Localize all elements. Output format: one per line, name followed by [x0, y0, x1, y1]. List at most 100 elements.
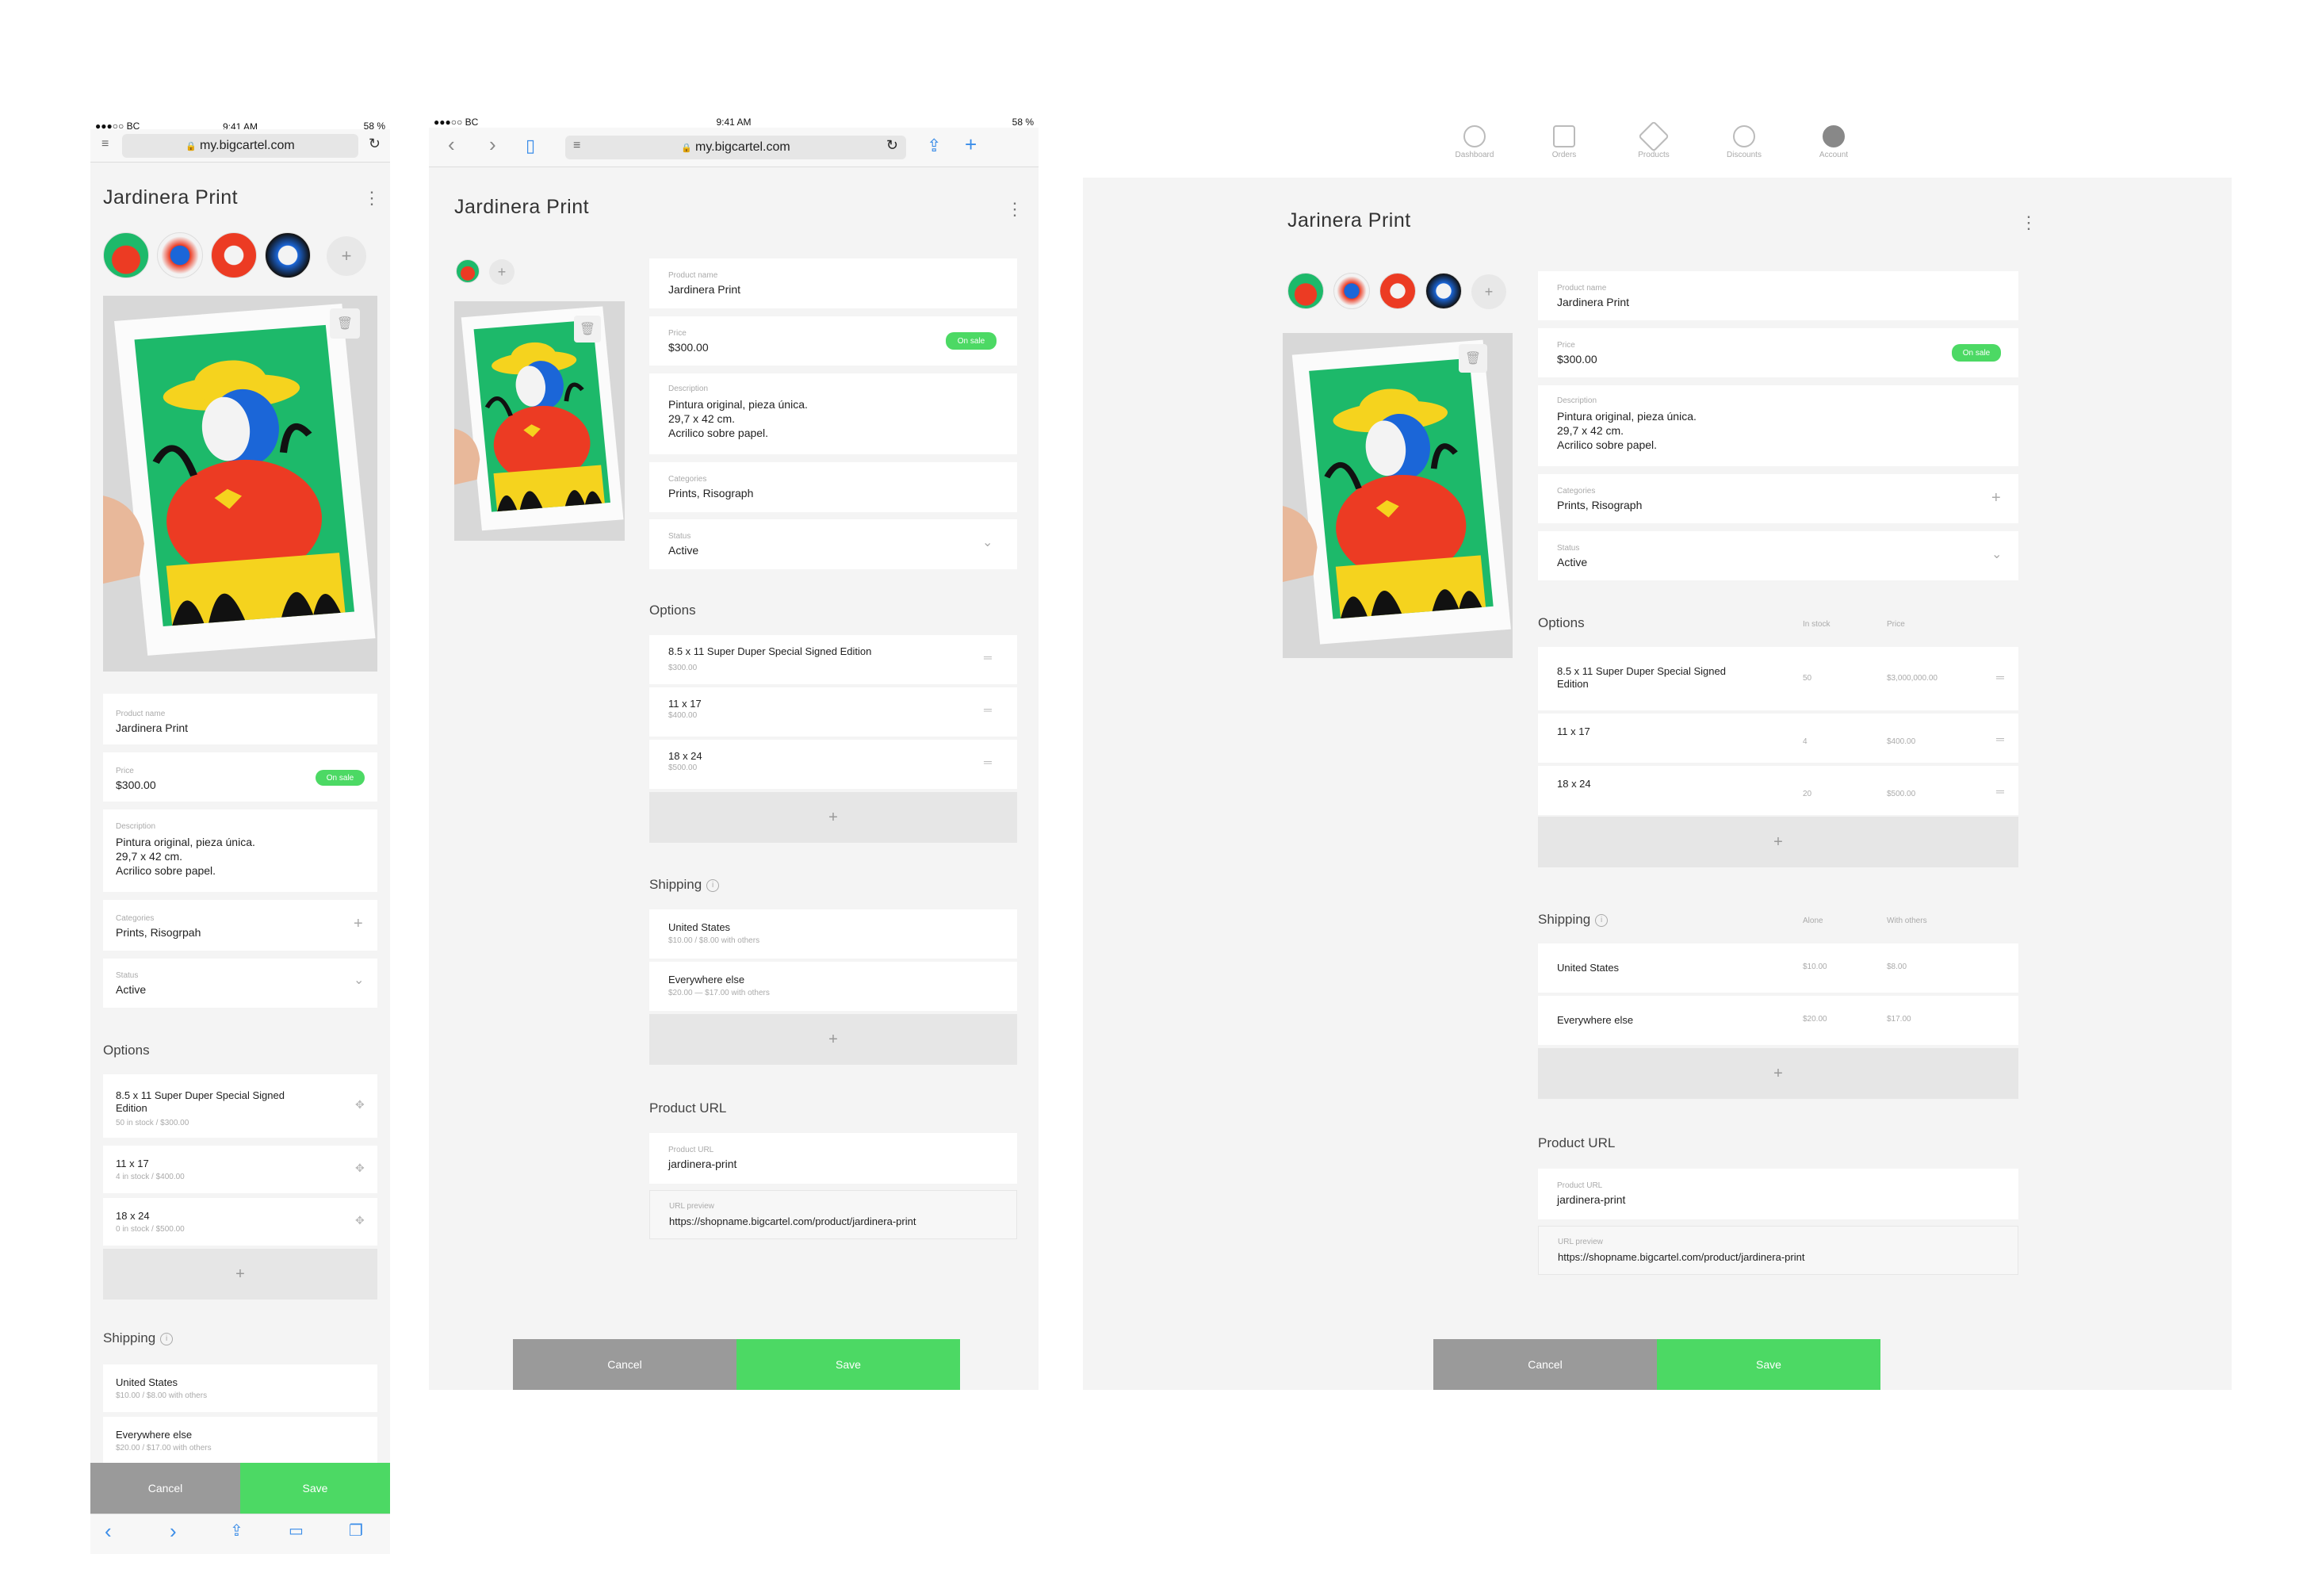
info-icon[interactable]: i	[1595, 913, 1609, 927]
reload-icon[interactable]: ↻	[369, 136, 381, 152]
shipping-row[interactable]: Everywhere else $20.00 / $17.00 with oth…	[103, 1417, 377, 1464]
drag-handle-icon[interactable]: ═	[984, 703, 992, 716]
price-field[interactable]: Price $300.00 On sale	[649, 316, 1017, 366]
shipping-with-others[interactable]: $8.00	[1887, 963, 1907, 971]
chevron-down-icon[interactable]: ⌄	[354, 974, 364, 987]
nav-account[interactable]: Account	[1802, 125, 1865, 159]
image-thumbnail[interactable]	[265, 232, 311, 278]
image-thumbnail[interactable]	[1425, 273, 1462, 309]
product-name-field[interactable]: Product name Jardinera Print	[103, 694, 377, 744]
image-thumbnail[interactable]	[1379, 273, 1416, 309]
nav-dashboard[interactable]: Dashboard	[1443, 125, 1506, 159]
save-button[interactable]: Save	[1657, 1339, 1880, 1390]
status-field[interactable]: Status Active ⌄	[1538, 531, 2018, 580]
save-button[interactable]: Save	[240, 1463, 390, 1514]
option-row[interactable]: 11 x 17 $400.00 ═	[649, 687, 1017, 737]
add-shipping-button[interactable]: +	[1538, 1048, 2018, 1099]
drag-handle-icon[interactable]: ═	[1996, 785, 2004, 798]
status-field[interactable]: Status Active ⌄	[649, 519, 1017, 569]
share-icon[interactable]: ⇪	[230, 1521, 243, 1541]
option-row[interactable]: 11 x 17 4 in stock / $400.00 ✥	[103, 1146, 377, 1193]
categories-field[interactable]: Categories Prints, Risograph +	[1538, 474, 2018, 523]
shipping-row[interactable]: Everywhere else $20.00 $17.00	[1538, 996, 2018, 1045]
option-stock[interactable]: 4	[1803, 737, 1808, 746]
new-tab-icon[interactable]: +	[965, 132, 977, 157]
drag-handle-icon[interactable]: ═	[984, 651, 992, 664]
description-field[interactable]: Description Pintura original, pieza únic…	[1538, 385, 2018, 466]
image-thumbnail[interactable]	[456, 259, 480, 283]
product-name-field[interactable]: Product name Jardinera Print	[649, 258, 1017, 308]
option-row[interactable]: 11 x 17 4 $400.00 ═	[1538, 714, 2018, 763]
reload-icon[interactable]: ↻	[886, 137, 898, 154]
add-image-button[interactable]: +	[327, 236, 366, 276]
cancel-button[interactable]: Cancel	[1433, 1339, 1657, 1390]
info-icon[interactable]: i	[160, 1332, 174, 1345]
add-option-button[interactable]: +	[1538, 817, 2018, 867]
forward-icon[interactable]: ›	[170, 1519, 177, 1544]
option-row[interactable]: 18 x 24 $500.00 ═	[649, 740, 1017, 789]
tabs-icon[interactable]: ❐	[349, 1521, 363, 1541]
nav-discounts[interactable]: Discounts	[1712, 125, 1776, 159]
on-sale-badge[interactable]: On sale	[1952, 344, 2001, 362]
share-icon[interactable]: ⇪	[927, 136, 941, 156]
description-field[interactable]: Description Pintura original, pieza únic…	[649, 373, 1017, 454]
option-row[interactable]: 18 x 24 0 in stock / $500.00 ✥	[103, 1198, 377, 1246]
nav-orders[interactable]: Orders	[1532, 125, 1596, 159]
add-option-button[interactable]: +	[649, 792, 1017, 843]
forward-icon[interactable]: ›	[489, 132, 496, 157]
shipping-row[interactable]: United States $10.00 $8.00	[1538, 943, 2018, 993]
image-thumbnail[interactable]	[1333, 273, 1370, 309]
shipping-alone[interactable]: $20.00	[1803, 1015, 1827, 1024]
shipping-alone[interactable]: $10.00	[1803, 963, 1827, 971]
option-row[interactable]: 8.5 x 11 Super Duper Special Signed Edit…	[103, 1074, 377, 1138]
more-menu-icon[interactable]: ⋮	[1006, 201, 1023, 218]
option-row[interactable]: 8.5 x 11 Super Duper Special Signed Edit…	[649, 635, 1017, 684]
cancel-button[interactable]: Cancel	[90, 1463, 240, 1514]
option-stock[interactable]: 20	[1803, 790, 1811, 798]
categories-field[interactable]: Categories Prints, Risograph	[649, 462, 1017, 512]
chevron-down-icon[interactable]: ⌄	[1991, 549, 2002, 561]
more-menu-icon[interactable]: ⋮	[2020, 214, 2037, 232]
image-thumbnail[interactable]	[103, 232, 149, 278]
add-shipping-button[interactable]: +	[649, 1014, 1017, 1065]
product-name-field[interactable]: Product name Jardinera Print	[1538, 271, 2018, 320]
more-menu-icon[interactable]: ⋮	[363, 189, 381, 207]
option-price[interactable]: $400.00	[1887, 737, 1915, 746]
status-field[interactable]: Status Active ⌄	[103, 959, 377, 1008]
shipping-row[interactable]: United States $10.00 / $8.00 with others	[103, 1364, 377, 1412]
chevron-down-icon[interactable]: ⌄	[982, 537, 993, 549]
delete-image-icon[interactable]: 🗑	[330, 308, 360, 339]
shipping-row[interactable]: United States $10.00 / $8.00 with others	[649, 909, 1017, 959]
drag-handle-icon[interactable]: ═	[1996, 733, 2004, 745]
product-url-field[interactable]: Product URL jardinera-print	[1538, 1169, 2018, 1219]
option-price[interactable]: $500.00	[1887, 790, 1915, 798]
option-price[interactable]: $3,000,000.00	[1887, 674, 1938, 683]
add-image-button[interactable]: +	[489, 259, 515, 285]
drag-handle-icon[interactable]: ✥	[355, 1162, 365, 1175]
bookmarks-icon[interactable]: ▭	[289, 1521, 304, 1541]
cancel-button[interactable]: Cancel	[513, 1339, 736, 1390]
on-sale-badge[interactable]: On sale	[946, 332, 997, 350]
image-thumbnail[interactable]	[157, 232, 203, 278]
nav-products[interactable]: Products	[1622, 121, 1685, 159]
image-thumbnail[interactable]	[1287, 273, 1324, 309]
shipping-with-others[interactable]: $17.00	[1887, 1015, 1911, 1024]
add-image-button[interactable]: +	[1471, 274, 1506, 309]
info-icon[interactable]: i	[706, 878, 720, 892]
option-row[interactable]: 18 x 24 20 $500.00 ═	[1538, 766, 2018, 815]
add-category-icon[interactable]: +	[1991, 490, 2001, 506]
option-stock[interactable]: 50	[1803, 674, 1811, 683]
price-field[interactable]: Price $300.00 On sale	[103, 752, 377, 802]
url-field[interactable]: ≡ 🔒 my.bigcartel.com ↻	[565, 136, 906, 159]
product-url-field[interactable]: Product URL jardinera-print	[649, 1133, 1017, 1184]
url-field[interactable]: 🔒 my.bigcartel.com	[122, 134, 358, 158]
reader-icon[interactable]: ≡	[573, 139, 580, 153]
drag-handle-icon[interactable]: ═	[984, 756, 992, 768]
shipping-row[interactable]: Everywhere else $20.00 — $17.00 with oth…	[649, 962, 1017, 1011]
delete-image-icon[interactable]: 🗑	[1459, 344, 1487, 373]
back-icon[interactable]: ‹	[105, 1519, 112, 1544]
save-button[interactable]: Save	[736, 1339, 960, 1390]
on-sale-badge[interactable]: On sale	[316, 770, 365, 786]
delete-image-icon[interactable]: 🗑	[574, 316, 601, 343]
add-category-icon[interactable]: +	[354, 916, 363, 932]
